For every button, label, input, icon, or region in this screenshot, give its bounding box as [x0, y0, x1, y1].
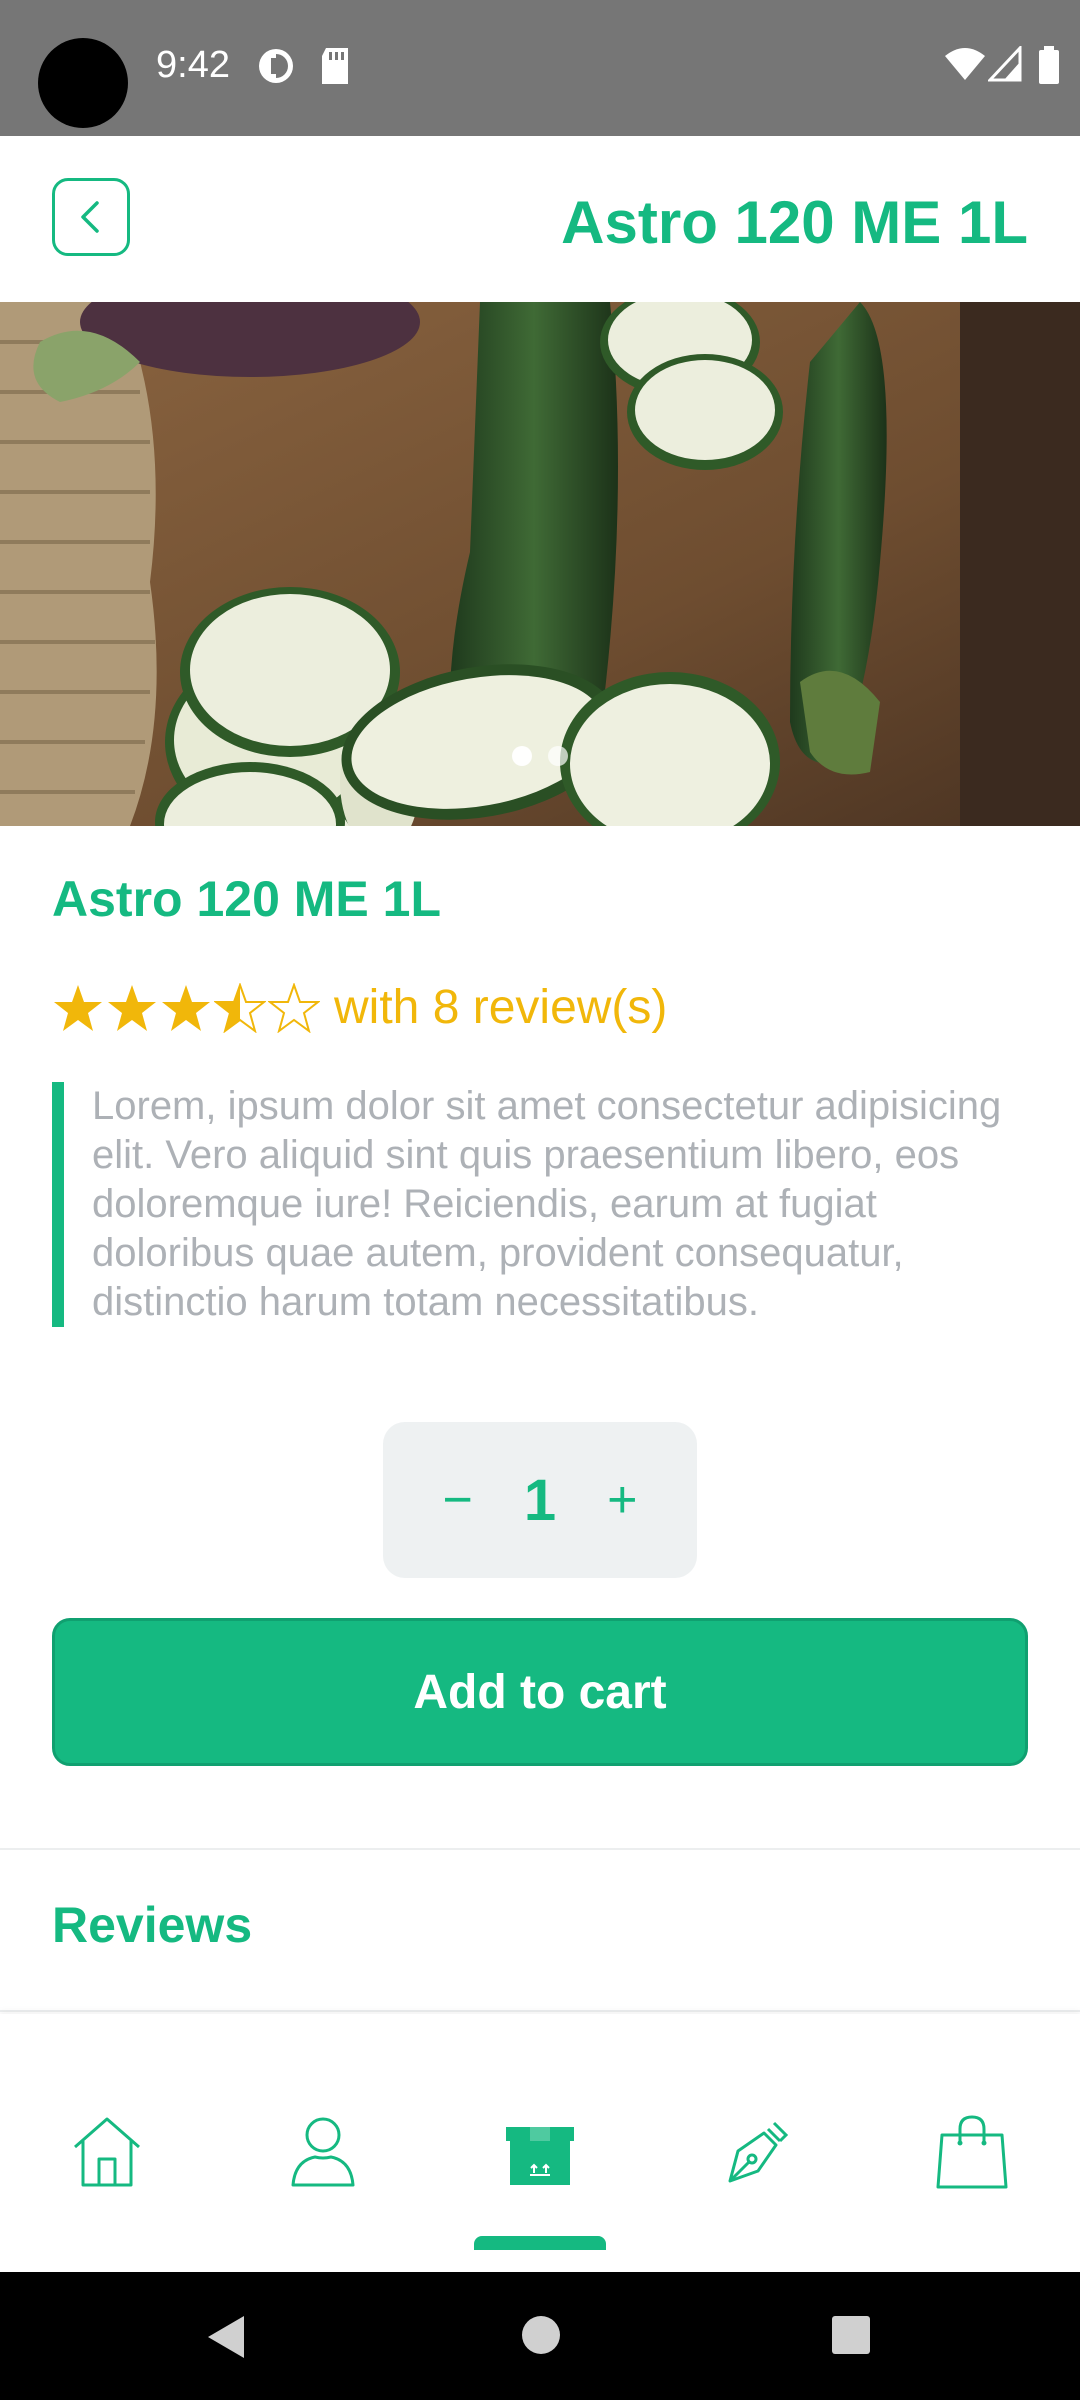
star-rating [52, 982, 320, 1033]
status-time: 9:42 [156, 44, 230, 86]
star-full-icon [108, 984, 156, 1031]
quantity-value: 1 [523, 1467, 557, 1533]
triangle-back-icon [208, 2316, 244, 2358]
square-recents-icon [832, 2316, 870, 2354]
star-empty-icon [268, 982, 320, 1033]
back-button[interactable] [52, 178, 130, 256]
pen-icon [728, 2121, 789, 2183]
carousel-indicator[interactable] [0, 746, 1080, 766]
product-image-carousel[interactable] [0, 302, 1080, 826]
page-title: Astro 120 ME 1L [561, 189, 1028, 256]
star-full-icon [162, 984, 210, 1031]
system-navigation-bar [0, 2272, 1080, 2400]
nav-home[interactable] [62, 2106, 152, 2196]
sd-card-icon [318, 46, 352, 91]
nav-active-indicator [474, 2236, 606, 2250]
system-back-button[interactable] [204, 2314, 248, 2365]
home-icon [74, 2117, 140, 2187]
signal-icon [986, 44, 1022, 87]
reviews-heading: Reviews [52, 1897, 253, 1953]
system-recents-button[interactable] [830, 2314, 872, 2361]
star-half-icon [214, 982, 266, 1033]
battery-icon [1038, 46, 1060, 89]
carousel-dot-active[interactable] [512, 746, 532, 766]
wifi-icon [944, 46, 986, 87]
review-count[interactable]: with 8 review(s) [334, 980, 667, 1035]
camera-cutout [38, 38, 128, 128]
data-saver-icon [256, 46, 296, 91]
box-icon [506, 2127, 574, 2185]
add-to-cart-button[interactable]: Add to cart [52, 1618, 1028, 1766]
quantity-increment-button[interactable]: + [607, 1470, 637, 1530]
chevron-left-icon [81, 201, 99, 233]
nav-profile[interactable] [278, 2106, 368, 2196]
user-icon [291, 2117, 355, 2187]
star-full-icon [54, 984, 102, 1031]
bottom-navigation [0, 2014, 1080, 2272]
nav-cart[interactable] [927, 2106, 1017, 2196]
system-home-button[interactable] [520, 2314, 562, 2361]
product-name: Astro 120 ME 1L [52, 871, 442, 927]
status-bar: 9:42 [0, 0, 1080, 136]
circle-home-icon [522, 2316, 560, 2354]
shopping-bag-icon [936, 2115, 1008, 2189]
divider [0, 2010, 1080, 2012]
app-bar: Astro 120 ME 1L [0, 136, 1080, 302]
quantity-decrement-button[interactable]: − [442, 1470, 472, 1530]
nav-products[interactable] [495, 2106, 585, 2196]
rating-row: with 8 review(s) [52, 980, 667, 1035]
nav-blog[interactable] [711, 2106, 801, 2196]
carousel-dot[interactable] [548, 746, 568, 766]
quantity-stepper: − 1 + [383, 1422, 697, 1578]
divider [0, 1848, 1080, 1850]
product-description: Lorem, ipsum dolor sit amet consectetur … [52, 1082, 1032, 1327]
